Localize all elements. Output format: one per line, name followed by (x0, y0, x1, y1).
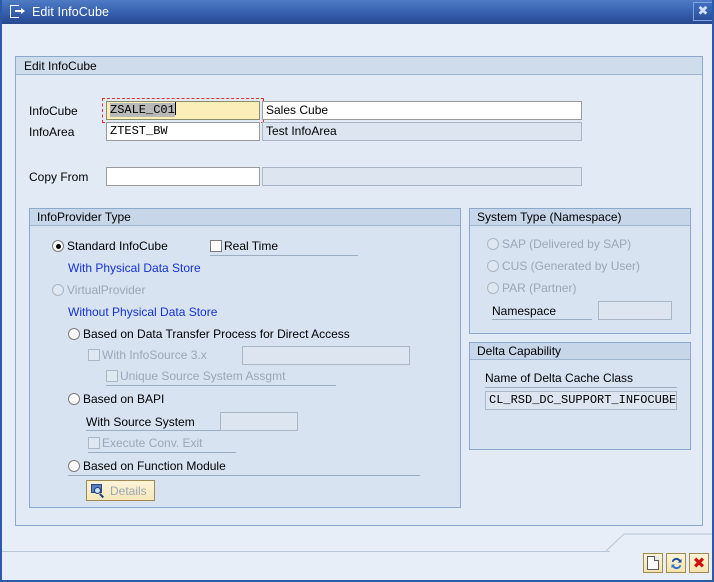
details-button[interactable]: Details (86, 480, 155, 501)
radio-based-on-function-module-label: Based on Function Module (83, 459, 226, 473)
text-caret (174, 102, 176, 115)
radio-virtualprovider-icon (52, 284, 64, 296)
radio-system-type-cus-icon (487, 260, 499, 272)
with-infosource-input (242, 346, 410, 365)
infoarea-label: InfoArea (29, 125, 75, 139)
radio-system-type-par-icon (487, 282, 499, 294)
delta-capability-title: Delta Capability (477, 344, 562, 358)
hint-with-physical-data-store: With Physical Data Store (68, 261, 201, 275)
radio-based-on-bapi-label: Based on BAPI (83, 392, 165, 406)
radio-standard-infocube-label: Standard InfoCube (67, 239, 168, 253)
copy-from-input[interactable] (106, 167, 260, 186)
infocube-label: InfoCube (29, 104, 78, 118)
with-source-system-label: With Source System (86, 415, 195, 429)
radio-based-on-dtp-label: Based on Data Transfer Process for Direc… (83, 327, 350, 341)
checkbox-execute-conv-exit-label: Execute Conv. Exit (102, 436, 203, 450)
radio-system-type-sap-label: SAP (Delivered by SAP) (502, 237, 632, 251)
radio-based-on-dtp[interactable]: Based on Data Transfer Process for Direc… (68, 327, 350, 341)
dialog-window-icon (10, 5, 26, 19)
radio-system-type-cus-label: CUS (Generated by User) (502, 259, 641, 273)
checkbox-real-time-label: Real Time (224, 239, 279, 253)
delta-cache-class-input: CL_RSD_DC_SUPPORT_INFOCUBE (485, 391, 677, 410)
radio-virtualprovider[interactable]: VirtualProvider (52, 283, 145, 297)
checkbox-with-infosource-label: With InfoSource 3.x (102, 348, 207, 362)
checkbox-real-time-icon (210, 240, 222, 252)
radio-based-on-function-module-icon (68, 460, 80, 472)
radio-standard-infocube-icon (52, 240, 64, 252)
with-source-system-underline (86, 430, 224, 431)
real-time-underline (210, 255, 358, 256)
system-type-header: System Type (Namespace) (470, 209, 690, 226)
delta-cache-class-underline (485, 387, 677, 388)
refresh-icon (669, 556, 684, 571)
radio-based-on-bapi-icon (68, 393, 80, 405)
checkbox-with-infosource-icon (88, 349, 100, 361)
delta-capability-group: Delta Capability Name of Delta Cache Cla… (469, 342, 691, 450)
edit-infocube-group-title: Edit InfoCube (24, 58, 97, 73)
red-x-icon: ✖ (692, 553, 706, 572)
copy-from-label: Copy From (29, 170, 89, 184)
radio-system-type-sap[interactable]: SAP (Delivered by SAP) (487, 237, 631, 251)
infoprovider-type-group: InfoProvider Type Standard InfoCube Real… (29, 208, 461, 508)
edit-infocube-dialog: Edit InfoCube ✖ Edit InfoCube InfoCube Z… (0, 0, 714, 582)
radio-based-on-dtp-icon (68, 328, 80, 340)
infoarea-input[interactable]: ZTEST_BW (106, 122, 260, 141)
checkbox-real-time[interactable]: Real Time (210, 239, 278, 253)
checkbox-unique-source-system[interactable]: Unique Source System Assgmt (106, 369, 285, 383)
dialog-button-bar: ✖ (643, 553, 709, 573)
infocube-description-input[interactable]: Sales Cube (262, 101, 582, 120)
system-type-group: System Type (Namespace) SAP (Delivered b… (469, 208, 691, 334)
radio-based-on-bapi[interactable]: Based on BAPI (68, 392, 164, 406)
namespace-underline (492, 319, 592, 320)
hint-without-physical-data-store: Without Physical Data Store (68, 305, 218, 319)
checkbox-unique-source-system-icon (106, 370, 118, 382)
radio-system-type-par[interactable]: PAR (Partner) (487, 281, 576, 295)
unique-source-system-underline (106, 385, 336, 386)
system-type-title: System Type (Namespace) (477, 210, 622, 224)
infocube-input-value: ZSALE_C01 (110, 103, 175, 117)
cancel-button[interactable]: ✖ (689, 553, 709, 573)
infoprovider-type-header: InfoProvider Type (30, 209, 460, 226)
close-icon: ✖ (697, 4, 709, 19)
radio-based-on-function-module[interactable]: Based on Function Module (68, 459, 226, 473)
infoprovider-type-title: InfoProvider Type (37, 210, 131, 224)
page-icon (647, 556, 659, 570)
execute-conv-exit-underline (88, 452, 236, 453)
radio-virtualprovider-label: VirtualProvider (67, 283, 146, 297)
close-button[interactable]: ✖ (693, 2, 712, 21)
edit-infocube-group-header: Edit InfoCube (16, 57, 702, 75)
radio-system-type-par-label: PAR (Partner) (502, 281, 577, 295)
namespace-label: Namespace (492, 304, 557, 318)
transfer-button[interactable] (666, 553, 686, 573)
with-source-system-input[interactable] (220, 412, 298, 431)
window-title: Edit InfoCube (32, 5, 110, 19)
namespace-input[interactable] (598, 301, 672, 320)
edit-infocube-group: Edit InfoCube InfoCube ZSALE_C01 Sales C… (15, 56, 703, 526)
checkbox-execute-conv-exit-icon (88, 437, 100, 449)
infocube-input[interactable]: ZSALE_C01 (106, 101, 260, 120)
bottom-separator-diagonal (606, 532, 712, 553)
delta-capability-header: Delta Capability (470, 343, 690, 360)
copy-from-description-input (262, 167, 582, 186)
checkbox-execute-conv-exit[interactable]: Execute Conv. Exit (88, 436, 203, 450)
title-bar: Edit InfoCube ✖ (2, 0, 712, 24)
infoarea-description-input: Test InfoArea (262, 122, 582, 141)
magnifier-icon (90, 483, 105, 498)
function-module-underline (68, 475, 420, 476)
radio-standard-infocube[interactable]: Standard InfoCube (52, 239, 168, 253)
details-button-label: Details (110, 483, 147, 498)
new-document-button[interactable] (643, 553, 663, 573)
checkbox-unique-source-system-label: Unique Source System Assgmt (120, 369, 286, 383)
radio-system-type-sap-icon (487, 238, 499, 250)
checkbox-with-infosource[interactable]: With InfoSource 3.x (88, 348, 207, 362)
bottom-separator (2, 551, 610, 552)
delta-cache-class-label: Name of Delta Cache Class (485, 371, 634, 385)
radio-system-type-cus[interactable]: CUS (Generated by User) (487, 259, 640, 273)
